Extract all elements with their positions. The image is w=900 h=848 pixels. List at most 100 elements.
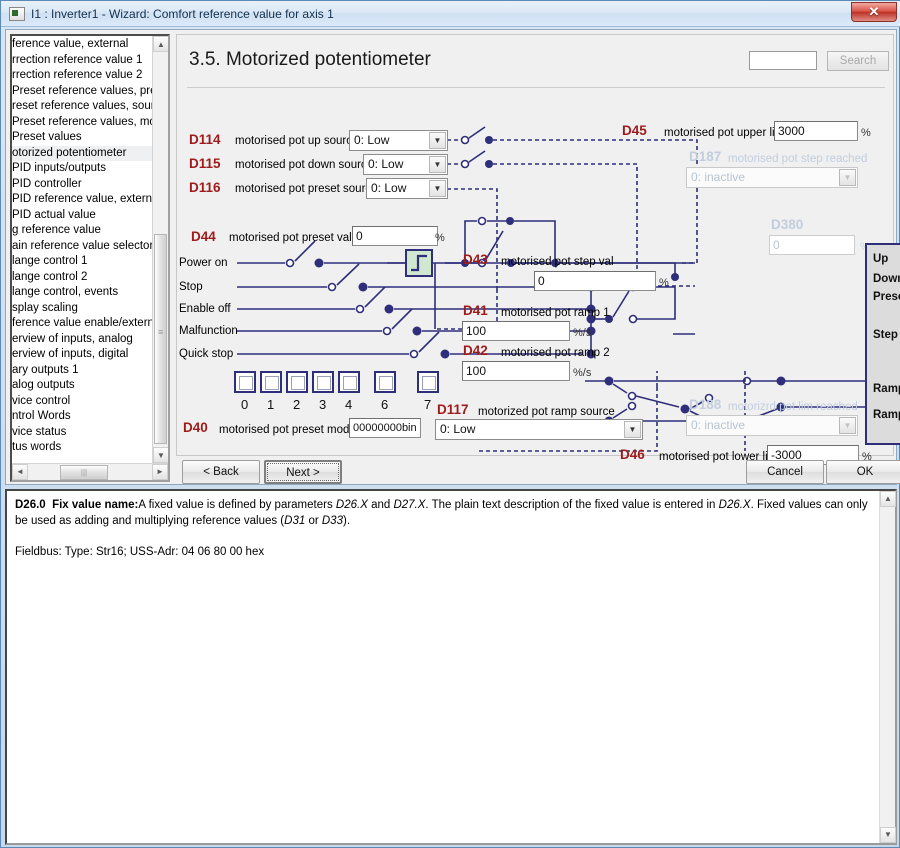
description-body-5: or	[305, 515, 322, 527]
combo-d115-value: 0: Low	[368, 157, 404, 171]
unit-d42: %/s	[573, 367, 592, 379]
sidebar-item-20[interactable]: erview of inputs, digital	[12, 347, 152, 363]
input-d42[interactable]	[462, 361, 570, 381]
sidebar-item-5[interactable]: Preset reference values, monit	[12, 115, 152, 131]
search-input[interactable]	[749, 51, 817, 70]
input-d43[interactable]	[534, 271, 656, 291]
preset-mode-checkbox-3[interactable]	[312, 371, 334, 393]
sidebar-item-6[interactable]: Preset values	[12, 130, 152, 146]
preset-mode-checkbox-4[interactable]	[338, 371, 360, 393]
chevron-down-icon[interactable]: ▼	[429, 180, 446, 197]
description-it-2: D27.X	[393, 499, 426, 511]
navigation-list[interactable]: ference value, external rrection referenc…	[12, 37, 152, 463]
sidebar-item-22[interactable]: alog outputs	[12, 378, 152, 394]
description-scrollbar[interactable]: ▲ ▼	[879, 491, 896, 843]
vertical-scroll-thumb[interactable]	[154, 234, 167, 444]
input-d380[interactable]	[769, 235, 855, 255]
description-body-1: A fixed value is defined by parameters	[138, 499, 336, 511]
combo-d187[interactable]: 0: inactive ▼	[686, 167, 858, 188]
scroll-up-icon[interactable]: ▲	[153, 36, 168, 52]
preset-mode-checkbox-6[interactable]	[374, 371, 396, 393]
param-code-d116: D116	[189, 180, 221, 195]
chevron-down-icon[interactable]: ▼	[624, 421, 641, 438]
preset-mode-checkbox-1[interactable]	[260, 371, 282, 393]
sidebar-item-19[interactable]: erview of inputs, analog	[12, 332, 152, 348]
sidebar-item-1[interactable]: rrection reference value 1	[12, 53, 152, 69]
chevron-down-icon[interactable]: ▼	[839, 169, 856, 186]
param-code-d114: D114	[189, 132, 221, 147]
signal-label-quick-stop: Quick stop	[179, 348, 234, 360]
sidebar-item-25[interactable]: vice status	[12, 425, 152, 441]
param-label-d42: motorised pot ramp 2	[501, 347, 610, 359]
param-code-d41: D41	[463, 303, 488, 318]
description-body-3: . The plain text description of the fixe…	[425, 499, 719, 511]
param-label-d45: motorised pot upper limit	[664, 127, 790, 139]
title-divider	[187, 87, 885, 88]
list-horizontal-scrollbar[interactable]: ◄ ||| ►	[12, 463, 168, 480]
preset-mode-checkbox-number-2: 2	[293, 397, 301, 412]
input-d40[interactable]	[349, 418, 421, 438]
ok-button[interactable]: OK	[826, 460, 900, 484]
description-text: D26.0 Fix value name:A fixed value is de…	[15, 497, 873, 529]
close-icon[interactable]: ✕	[851, 2, 897, 22]
sidebar-item-0[interactable]: ference value, external	[12, 37, 152, 53]
sidebar-item-24[interactable]: ntrol Words	[12, 409, 152, 425]
sidebar-item-12[interactable]: g reference value	[12, 223, 152, 239]
unit-d43: %	[659, 277, 669, 289]
title-bar: I1 : Inverter1 - Wizard: Comfort referen…	[1, 1, 900, 27]
sidebar-item-26[interactable]: tus words	[12, 440, 152, 456]
sidebar-item-23[interactable]: vice control	[12, 394, 152, 410]
fb-input-up: Up	[873, 253, 889, 265]
combo-d188[interactable]: 0: inactive ▼	[686, 415, 858, 436]
scroll-left-icon[interactable]: ◄	[12, 464, 28, 480]
search-button[interactable]: Search	[827, 51, 889, 71]
sidebar-item-10[interactable]: PID reference value, external	[12, 192, 152, 208]
input-d41[interactable]	[462, 321, 570, 341]
horizontal-scroll-thumb[interactable]: |||	[60, 465, 108, 480]
combo-d114-value: 0: Low	[354, 133, 390, 147]
cancel-button[interactable]: Cancel	[746, 460, 824, 484]
list-vertical-scrollbar[interactable]: ▲ ▼	[152, 36, 168, 463]
combo-d116[interactable]: 0: Low ▼	[366, 178, 448, 199]
sidebar-item-21[interactable]: ary outputs 1	[12, 363, 152, 379]
sidebar-item-15[interactable]: lange control 2	[12, 270, 152, 286]
sidebar-item-4[interactable]: reset reference values, sourc	[12, 99, 152, 115]
fb-input-down: Down	[873, 273, 900, 285]
param-label-d114: motorised pot up source	[235, 135, 359, 147]
preset-mode-checkbox-2[interactable]	[286, 371, 308, 393]
scroll-right-icon[interactable]: ►	[152, 464, 168, 480]
input-d45[interactable]	[774, 121, 858, 141]
next-button[interactable]: Next >	[264, 460, 342, 484]
fb-input-ramp-up: Ramp up	[873, 383, 900, 395]
description-body-6: ).	[342, 515, 351, 527]
combo-d115[interactable]: 0: Low ▼	[363, 154, 448, 175]
sidebar-item-17[interactable]: splay scaling	[12, 301, 152, 317]
signal-label-stop: Stop	[179, 281, 203, 293]
sidebar-item-9[interactable]: PID controller	[12, 177, 152, 193]
sidebar-item-2[interactable]: rrection reference value 2	[12, 68, 152, 84]
input-d44[interactable]	[352, 226, 438, 246]
param-code-d43: D43	[463, 252, 488, 267]
sidebar-item-16[interactable]: lange control, events	[12, 285, 152, 301]
param-code-d187: D187	[689, 149, 722, 164]
chevron-down-icon[interactable]: ▼	[429, 156, 446, 173]
sidebar-item-18[interactable]: ference value enable/externa	[12, 316, 152, 332]
back-button[interactable]: < Back	[182, 460, 260, 484]
sidebar-item-8[interactable]: PID inputs/outputs	[12, 161, 152, 177]
sidebar-item-11[interactable]: PID actual value	[12, 208, 152, 224]
edge-trigger-block	[405, 249, 433, 277]
sidebar-item-13[interactable]: ain reference value selector	[12, 239, 152, 255]
navigation-listbox[interactable]: ference value, external rrection referenc…	[10, 34, 170, 482]
chevron-down-icon[interactable]: ▼	[839, 417, 856, 434]
combo-d117[interactable]: 0: Low ▼	[435, 419, 643, 440]
scroll-up-icon[interactable]: ▲	[880, 491, 896, 507]
chevron-down-icon[interactable]: ▼	[429, 132, 446, 149]
scroll-down-icon[interactable]: ▼	[153, 447, 168, 463]
sidebar-item-14[interactable]: lange control 1	[12, 254, 152, 270]
preset-mode-checkbox-7[interactable]	[417, 371, 439, 393]
sidebar-item-7[interactable]: otorized potentiometer	[12, 145, 152, 161]
preset-mode-checkbox-0[interactable]	[234, 371, 256, 393]
combo-d114[interactable]: 0: Low ▼	[349, 130, 448, 151]
sidebar-item-3[interactable]: Preset reference values, prese	[12, 84, 152, 100]
scroll-down-icon[interactable]: ▼	[880, 827, 896, 843]
